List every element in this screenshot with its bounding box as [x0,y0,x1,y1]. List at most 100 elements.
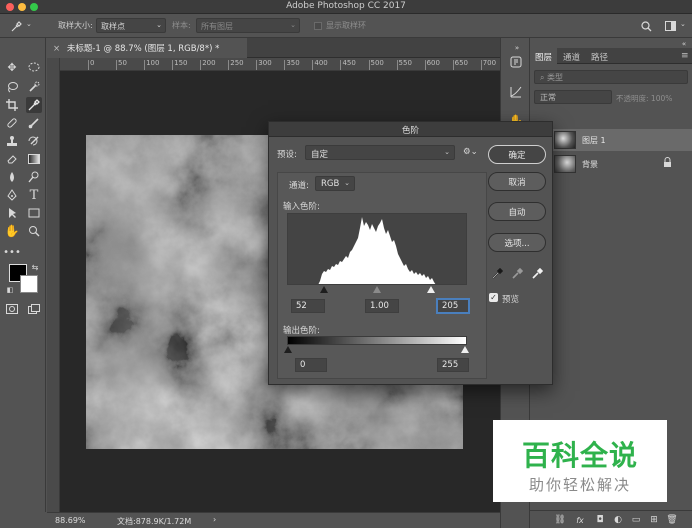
preset-select[interactable]: 自定 ⌄ [305,145,455,160]
opacity-label: 不透明度: [616,94,649,103]
hand-tool-icon[interactable]: ✋ [4,223,20,239]
input-white-slider-handle[interactable] [427,286,435,293]
output-white-slider-handle[interactable] [461,346,469,353]
output-levels-slider[interactable] [284,346,469,354]
adjustment-layer-icon[interactable]: ◐ [610,512,626,528]
new-layer-icon[interactable]: ⊞ [646,512,662,528]
workspace-icon[interactable] [662,18,678,34]
ruler-number: 600 [426,59,440,67]
input-gamma-field[interactable]: 1.00 [365,299,399,313]
input-levels-label: 输入色阶: [283,202,320,212]
tab-channels[interactable]: 通道 [558,48,585,64]
fx-icon[interactable]: fx [572,512,588,528]
blur-tool-icon[interactable] [4,169,20,185]
workspace-chevron-icon[interactable]: ⌄ [680,20,686,28]
quick-mask-icon[interactable] [4,301,20,317]
opacity-control[interactable]: 不透明度: 100% [616,93,672,104]
background-color-swatch[interactable] [20,275,38,293]
clone-stamp-tool-icon[interactable] [4,133,20,149]
channel-select[interactable]: RGB ⌄ [315,176,355,191]
eyedropper-tool-icon[interactable] [26,97,42,113]
opacity-value: 100% [650,94,673,103]
tools-panel: ✥ T ✋ ••• ⇆ ◧ [0,38,46,512]
rectangle-tool-icon[interactable] [26,205,42,221]
lasso-tool-icon[interactable] [4,79,20,95]
tab-layers[interactable]: 图层 [530,48,558,64]
show-ring-label: 显示取样环 [326,21,366,30]
dodge-tool-icon[interactable] [26,169,42,185]
ruler-number: 0 [90,59,95,67]
gray-point-eyedropper-icon[interactable] [511,267,523,280]
eraser-tool-icon[interactable] [4,151,20,167]
vertical-ruler[interactable] [47,58,60,512]
ruler-number: 300 [258,59,272,67]
tab-paths[interactable]: 路径 [586,48,613,64]
quick-selection-tool-icon[interactable] [26,79,42,95]
close-tab-icon[interactable]: × [53,44,60,54]
swap-colors-icon[interactable]: ⇆ [30,262,40,272]
white-point-eyedropper-icon[interactable] [531,267,543,280]
layer-filter-select[interactable]: ⌕ 类型 [534,70,688,84]
document-tab-title: 未标题-1 @ 88.7% (图层 1, RGB/8*) * [66,44,220,54]
preset-options-icon[interactable]: ⚙⌄ [463,147,478,157]
default-colors-icon[interactable]: ◧ [5,285,15,295]
path-selection-tool-icon[interactable] [4,205,20,221]
layer-name: 图层 1 [582,136,606,145]
brush-tool-icon[interactable] [26,115,42,131]
output-white-field[interactable]: 255 [437,358,469,372]
search-icon[interactable] [638,18,654,34]
marquee-tool-icon[interactable] [26,59,42,75]
ruler-tick [424,60,426,70]
ruler-tick [312,60,314,70]
move-tool-icon[interactable]: ✥ [4,59,20,75]
input-gamma-slider-handle[interactable] [373,286,381,293]
gradient-tool-icon[interactable] [26,151,42,167]
preview-label: 预览 [502,295,520,305]
healing-brush-tool-icon[interactable] [4,115,20,131]
layer-row-background[interactable]: 背景 [530,153,692,175]
input-black-slider-handle[interactable] [320,286,328,293]
horizontal-ruler[interactable]: 0 50 100 150 200 250 300 350 400 450 500 550 600 650 7… [60,58,500,71]
link-layers-icon[interactable]: ⛓ [552,512,568,528]
output-black-slider-handle[interactable] [284,346,292,353]
input-white-field[interactable]: 205 [437,299,469,313]
libraries-icon[interactable] [508,54,524,70]
zoom-tool-icon[interactable] [26,223,42,239]
more-tools-icon[interactable]: ••• [3,244,21,260]
ruler-number: 550 [398,59,412,67]
black-point-eyedropper-icon[interactable] [491,267,503,280]
ruler-tick [256,60,258,70]
screen-mode-icon[interactable] [26,301,42,317]
curves-adjustment-icon[interactable] [508,84,524,100]
history-brush-tool-icon[interactable] [26,133,42,149]
options-button[interactable]: 选项... [488,233,546,252]
input-black-field[interactable]: 52 [291,299,325,313]
delete-layer-icon[interactable]: 🗑 [664,512,680,528]
document-tab[interactable]: × 未标题-1 @ 88.7% (图层 1, RGB/8*) * [47,38,247,58]
chevron-down-icon: ⌄ [290,21,296,29]
output-black-field[interactable]: 0 [295,358,327,372]
type-tool-icon[interactable]: T [26,187,42,203]
crop-tool-icon[interactable] [4,97,20,113]
preview-checkbox[interactable]: ✓ [489,293,498,302]
blend-mode-select[interactable]: 正常 [534,90,612,104]
group-icon[interactable]: ▭ [628,512,644,528]
sample-size-select[interactable]: 取样点 ⌄ [96,18,166,33]
panel-menu-icon[interactable]: ≡ [676,48,692,64]
show-ring-checkbox[interactable] [314,22,322,30]
cancel-button[interactable]: 取消 [488,172,546,191]
tool-preset-chevron-icon[interactable]: ⌄ [26,20,32,28]
status-menu-arrow-icon[interactable]: › [213,515,216,524]
preset-label: 预设: [277,150,297,160]
pen-tool-icon[interactable] [4,187,20,203]
add-mask-icon[interactable]: ◘ [592,512,608,528]
input-levels-slider[interactable] [287,286,467,294]
sample-select[interactable]: 所有图层 ⌄ [196,18,300,33]
zoom-level[interactable]: 88.69% [55,516,86,525]
ruler-number: 700 [482,59,497,67]
auto-button[interactable]: 自动 [488,202,546,221]
dialog-title: 色阶 [269,122,552,137]
ok-button[interactable]: 确定 [488,145,546,164]
layer-row-layer1[interactable]: 图层 1 [530,129,692,151]
eyedropper-icon[interactable] [8,18,24,34]
